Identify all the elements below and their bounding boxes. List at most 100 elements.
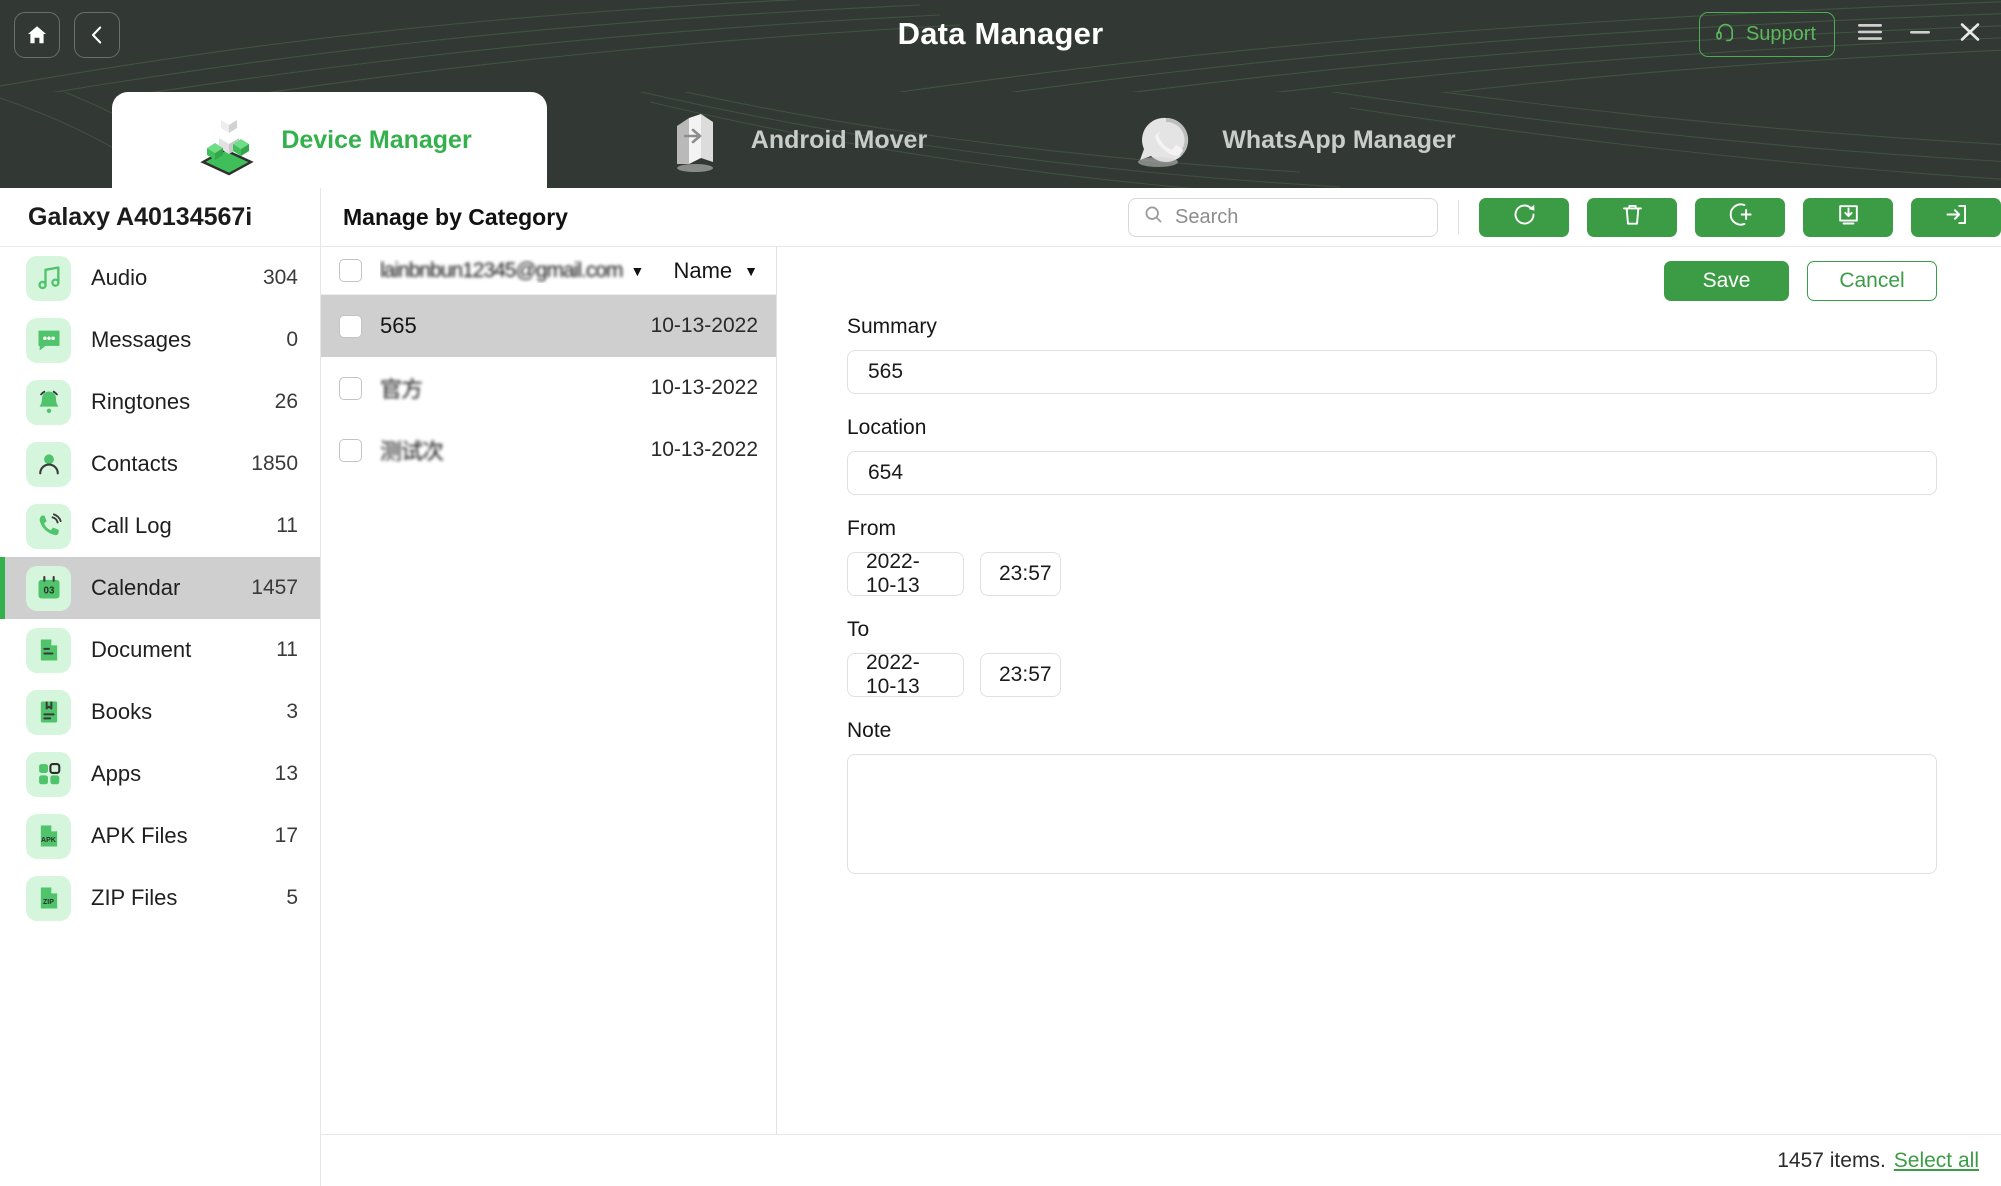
minimize-icon	[1907, 22, 1933, 47]
sidebar-item-apps-count: 13	[274, 762, 298, 785]
chat-bubble-icon	[26, 317, 71, 363]
sidebar-item-messages-count: 0	[286, 328, 298, 351]
add-button[interactable]	[1695, 197, 1785, 237]
menu-button[interactable]	[1855, 20, 1885, 50]
module-tab-bar: Device Manager Android Mover WhatsApp Ma…	[0, 92, 2001, 188]
sidebar-item-document[interactable]: Document 11	[0, 619, 320, 681]
row-checkbox[interactable]	[339, 314, 362, 338]
sidebar-item-messages-label: Messages	[91, 327, 192, 352]
apk-file-icon: APK	[26, 813, 71, 859]
chevron-down-icon-sort: ▼	[744, 262, 758, 279]
row-checkbox[interactable]	[339, 376, 362, 400]
book-icon	[26, 689, 71, 735]
search-input[interactable]	[1175, 205, 1423, 229]
sidebar-item-ringtones-label: Ringtones	[91, 389, 191, 414]
svg-text:03: 03	[43, 585, 54, 596]
close-icon	[1957, 20, 1983, 49]
to-row: 2022-10-13 23:57	[847, 651, 1937, 698]
sort-selector[interactable]: Name ▼	[673, 258, 758, 284]
sidebar-item-books-label: Books	[91, 699, 153, 724]
sidebar-item-calendar[interactable]: 03 Calendar 1457	[0, 557, 320, 619]
toolbar: Manage by Category	[321, 188, 2001, 247]
from-label: From	[847, 517, 896, 540]
row-date: 10-13-2022	[650, 438, 758, 461]
back-button[interactable]	[74, 12, 120, 58]
download-box-icon	[1835, 201, 1862, 233]
zip-file-icon: ZIP	[26, 875, 71, 921]
whatsapp-manager-icon	[1128, 102, 1204, 178]
sidebar-item-books-count: 3	[286, 700, 298, 723]
home-icon	[25, 23, 49, 47]
sidebar-item-zip-files-label: ZIP Files	[91, 885, 178, 910]
sidebar-item-messages[interactable]: Messages 0	[0, 309, 320, 371]
row-name: 官方	[380, 377, 423, 402]
save-button[interactable]: Save	[1664, 261, 1789, 301]
table-row[interactable]: 测试次 10-13-2022	[321, 419, 776, 481]
category-list: Audio 304 Messages 0 Ringtones 26 Contac…	[0, 247, 320, 1186]
from-date-field[interactable]: 2022-10-13	[847, 550, 964, 597]
tab-android-mover[interactable]: Android Mover	[577, 92, 1007, 188]
delete-button[interactable]	[1587, 197, 1677, 237]
select-all-checkbox[interactable]	[339, 259, 362, 282]
from-time-field[interactable]: 23:57	[980, 552, 1061, 596]
sidebar-item-audio[interactable]: Audio 304	[0, 247, 320, 309]
tab-android-mover-label: Android Mover	[750, 125, 928, 154]
note-field[interactable]	[847, 754, 1937, 874]
item-list-pane: lainbnbun12345@gmail.com ▼ Name ▼ 565 10…	[321, 247, 777, 1186]
document-icon	[26, 627, 71, 673]
import-button[interactable]	[1911, 197, 2001, 237]
cancel-button[interactable]: Cancel	[1807, 261, 1937, 301]
refresh-button[interactable]	[1479, 197, 1569, 237]
sidebar-item-contacts-count: 1850	[251, 452, 298, 475]
sidebar-item-audio-count: 304	[262, 266, 298, 289]
summary-field[interactable]	[847, 350, 1937, 394]
close-button[interactable]	[1955, 20, 1985, 50]
search-box[interactable]	[1128, 197, 1438, 237]
tab-whatsapp-manager-label: WhatsApp Manager	[1222, 125, 1456, 154]
android-mover-icon	[657, 102, 733, 178]
tab-whatsapp-manager[interactable]: WhatsApp Manager	[1067, 92, 1517, 188]
account-selector[interactable]: lainbnbun12345@gmail.com ▼	[380, 259, 644, 283]
row-name: 测试次	[380, 439, 444, 464]
sidebar-item-ringtones[interactable]: Ringtones 26	[0, 371, 320, 433]
search-icon	[1143, 204, 1164, 230]
minimize-button[interactable]	[1905, 20, 1935, 50]
export-button[interactable]	[1803, 197, 1893, 237]
table-row[interactable]: 官方 10-13-2022	[321, 357, 776, 419]
sidebar-item-apk-files-count: 17	[274, 824, 298, 847]
content-area: Manage by Category Search lainbnbun12345…	[321, 188, 2001, 1186]
sidebar-item-books[interactable]: Books 3	[0, 681, 320, 743]
sidebar-item-zip-files-count: 5	[286, 886, 298, 909]
sidebar-item-document-count: 11	[276, 638, 298, 661]
status-bar: 1457 items. Select all	[321, 1134, 2001, 1186]
detail-pane: Save Cancel Summary Location From 2022-1…	[777, 247, 2001, 1186]
table-row[interactable]: 565 10-13-2022	[321, 295, 776, 357]
home-button[interactable]	[14, 12, 60, 58]
sidebar-item-apps-label: Apps	[91, 761, 142, 786]
chevron-down-icon: ▼	[630, 262, 645, 279]
to-time-field[interactable]: 23:57	[980, 653, 1061, 697]
tab-device-manager[interactable]: Device Manager	[112, 92, 547, 188]
row-checkbox[interactable]	[339, 438, 362, 462]
sidebar-item-apk-files[interactable]: APK APK Files 17	[0, 805, 320, 867]
sidebar-item-call-log-label: Call Log	[91, 513, 172, 538]
summary-label: Summary	[847, 315, 937, 338]
circle-plus-icon	[1727, 201, 1754, 233]
sidebar-item-zip-files[interactable]: ZIP ZIP Files 5	[0, 867, 320, 929]
sidebar-item-contacts[interactable]: Contacts 1850	[0, 433, 320, 495]
event-form: Summary Location From 2022-10-13 23:57 T…	[777, 301, 2001, 1186]
device-manager-icon	[187, 102, 263, 178]
calendar-icon: 03	[26, 565, 71, 611]
select-all-link[interactable]: Select all	[1894, 1149, 1979, 1173]
device-name: Galaxy A40134567i	[0, 188, 320, 247]
sidebar-item-call-log[interactable]: Call Log 11	[0, 495, 320, 557]
to-date-field[interactable]: 2022-10-13	[847, 651, 964, 698]
sidebar-item-apps[interactable]: Apps 13	[0, 743, 320, 805]
toolbar-actions	[1479, 197, 2001, 237]
location-field[interactable]	[847, 451, 1937, 495]
refresh-icon	[1511, 201, 1538, 233]
sidebar-item-document-label: Document	[91, 637, 192, 662]
support-button[interactable]: Support	[1698, 12, 1835, 57]
from-row: 2022-10-13 23:57	[847, 550, 1937, 597]
sidebar-item-calendar-label: Calendar	[91, 575, 181, 600]
